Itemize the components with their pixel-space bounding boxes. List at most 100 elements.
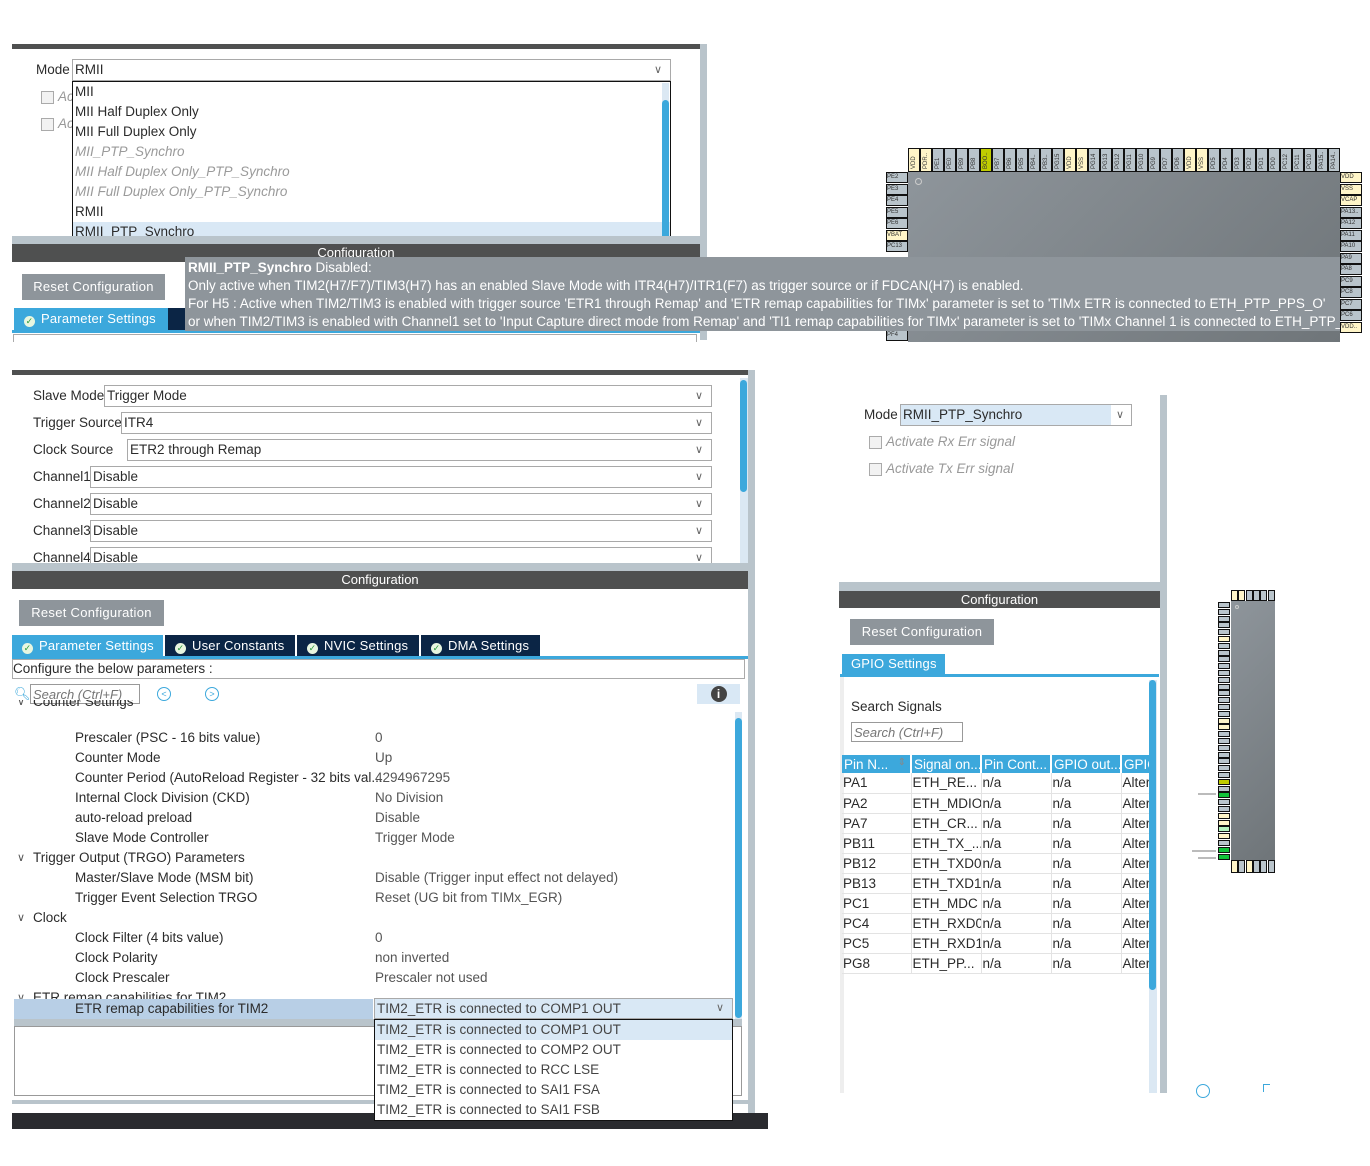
chip-pin[interactable] xyxy=(1252,590,1260,601)
chip-pin[interactable]: PD4 xyxy=(1220,148,1232,172)
chip-pin[interactable]: PE5 xyxy=(886,206,908,218)
dropdown-option[interactable]: MII_PTP_Synchro xyxy=(73,142,670,162)
mode-select[interactable]: RMII ∨ xyxy=(72,59,671,81)
chip-pin[interactable]: VDD.. xyxy=(1340,321,1362,333)
chip-pin[interactable] xyxy=(1218,649,1230,656)
chip-pin[interactable] xyxy=(1218,799,1230,806)
chip-pin[interactable]: PA8 xyxy=(1340,264,1362,275)
tab-parameter-settings[interactable]: ✓ Parameter Settings xyxy=(12,635,163,656)
chip-pin[interactable]: PB6 xyxy=(1004,148,1016,172)
tree-group[interactable]: ∨ Counter Settings xyxy=(14,700,734,712)
chip-pin[interactable]: PE0 xyxy=(944,148,956,172)
chip-pin[interactable]: PD5 xyxy=(1208,148,1220,172)
chip-pin[interactable]: VSS xyxy=(1340,183,1362,195)
column-header[interactable]: Pin N... ⇕ xyxy=(842,755,912,773)
chip-pin[interactable]: PA11 xyxy=(1340,229,1362,241)
table-row[interactable]: PB13 ETH_TXD1 n/a n/a Alter xyxy=(842,873,1151,894)
chip-pin[interactable] xyxy=(1218,704,1230,710)
tree-row[interactable]: Trigger Event Selection TRGO Reset (UG bi… xyxy=(14,888,734,908)
tree-group[interactable]: ∨ Clock xyxy=(14,908,734,928)
column-header[interactable]: GPIO out... xyxy=(1051,755,1122,773)
chip-pin[interactable] xyxy=(1267,590,1275,601)
chip-pin[interactable] xyxy=(1218,833,1230,840)
chip-pin[interactable] xyxy=(1245,860,1253,873)
chip-pin[interactable]: PC8 xyxy=(1340,287,1362,298)
search-next-icon[interactable]: > xyxy=(205,687,219,701)
field-select[interactable]: Disable ∨ xyxy=(90,547,712,563)
chip-pin[interactable]: PG13 xyxy=(1100,148,1112,172)
chip-pin[interactable]: PC13 xyxy=(886,241,908,252)
chip-pin[interactable]: PG12 xyxy=(1112,148,1124,172)
tree-row[interactable]: Internal Clock Division (CKD) No Division xyxy=(14,788,734,808)
mode-dropdown-list[interactable]: MII MII Half Duplex Only MII Full Duplex O… xyxy=(72,81,671,243)
chip-pin[interactable]: PDR.. xyxy=(920,148,932,172)
table-row[interactable]: PB11 ETH_TX_... n/a n/a Alter xyxy=(842,833,1151,854)
chip-pin[interactable] xyxy=(1218,738,1230,744)
column-header[interactable]: Pin Cont... xyxy=(981,755,1052,773)
etr-remap-select[interactable]: TIM2_ETR is connected to COMP1 OUT ∨ xyxy=(374,998,733,1019)
table-row[interactable]: PC5 ETH_RXD1 n/a n/a Alter xyxy=(842,933,1151,954)
chip-pin[interactable]: PC11 xyxy=(1292,148,1304,172)
chip-pin[interactable] xyxy=(1238,860,1246,873)
chip-pin[interactable] xyxy=(1218,717,1230,724)
chip-pin[interactable]: PC6 xyxy=(1340,310,1362,321)
chip-pin[interactable]: PD2 xyxy=(1244,148,1256,172)
chip-pin[interactable] xyxy=(1218,608,1230,615)
tab-dma-settings[interactable]: ✓ DMA Settings xyxy=(421,635,540,656)
chip-pin[interactable]: PB9 xyxy=(956,148,968,172)
checkbox-tx-err[interactable] xyxy=(869,463,882,476)
chip-pin[interactable] xyxy=(1218,744,1230,751)
tab-gpio-settings[interactable]: GPIO Settings xyxy=(842,654,945,674)
chevron-down-icon[interactable]: ∨ xyxy=(17,700,25,708)
chip-pin[interactable]: PB3.. xyxy=(1040,148,1052,172)
chip-pin[interactable]: PG11 xyxy=(1124,148,1136,172)
chip-pin[interactable]: VDD xyxy=(908,148,920,172)
chip-pin[interactable]: PE6 xyxy=(886,218,908,229)
chip-pin[interactable]: PG14 xyxy=(1088,148,1100,172)
sort-icon[interactable]: ⇕ xyxy=(898,757,906,768)
chip-pin[interactable]: PB7 xyxy=(992,148,1004,172)
mcu-chip-small[interactable] xyxy=(1231,601,1275,860)
chip-pin[interactable]: PG15 xyxy=(1052,148,1064,172)
reset-configuration-button[interactable]: Reset Configuration xyxy=(22,274,165,300)
reset-configuration-button[interactable]: Reset Configuration xyxy=(19,600,164,626)
chip-pin[interactable]: PA15.. xyxy=(1316,148,1328,172)
dropdown-option[interactable]: MII Full Duplex Only_PTP_Synchro xyxy=(73,182,670,202)
chip-pin[interactable]: PC10 xyxy=(1304,148,1316,172)
chip-pin[interactable]: PD0 xyxy=(1268,148,1280,172)
chip-pin[interactable]: PA13.. xyxy=(1340,206,1362,218)
dropdown-option[interactable]: TIM2_ETR is connected to SAI1 FSB xyxy=(375,1100,732,1120)
table-row[interactable]: PA1 ETH_RE... n/a n/a Alter xyxy=(842,773,1151,794)
chip-pin[interactable]: PD6 xyxy=(1172,148,1184,172)
chip-pin[interactable] xyxy=(1260,860,1268,873)
chip-pin[interactable]: PA10 xyxy=(1340,241,1362,252)
chip-pin[interactable] xyxy=(1238,590,1246,601)
dropdown-option[interactable]: RMII xyxy=(73,202,670,222)
chip-pin[interactable]: PA14.. xyxy=(1328,148,1340,172)
chip-pin[interactable] xyxy=(1218,642,1230,649)
chip-pin[interactable] xyxy=(1218,812,1230,819)
checkbox-rx-err[interactable] xyxy=(869,436,882,449)
chip-pin[interactable] xyxy=(1218,765,1230,772)
table-row[interactable]: PG8 ETH_PP... n/a n/a Alter xyxy=(842,953,1151,974)
chip-pin[interactable] xyxy=(1252,860,1260,873)
chip-pin[interactable]: PG10 xyxy=(1136,148,1148,172)
chip-pin[interactable]: PC9 xyxy=(1340,275,1362,287)
chip-pin[interactable] xyxy=(1218,826,1230,833)
tree-row[interactable]: Clock Prescaler Prescaler not used xyxy=(14,968,734,988)
chip-pin[interactable]: VCAP xyxy=(1340,195,1362,206)
chip-pin[interactable] xyxy=(1218,663,1230,670)
chip-pin[interactable] xyxy=(1218,676,1230,683)
chip-pin[interactable] xyxy=(1267,860,1275,873)
tree-row[interactable]: Counter Mode Up xyxy=(14,748,734,768)
chip-pin[interactable]: PD3 xyxy=(1232,148,1244,172)
chip-pin[interactable] xyxy=(1218,710,1230,717)
chip-pin[interactable]: VDD xyxy=(1064,148,1076,172)
chip-pin[interactable] xyxy=(1218,758,1230,765)
chip-pin[interactable] xyxy=(1218,615,1230,622)
chip-pin[interactable] xyxy=(1218,602,1230,608)
mode-scrollbar[interactable] xyxy=(740,380,747,492)
splitter[interactable] xyxy=(12,563,748,571)
etr-remap-dropdown-list[interactable]: TIM2_ETR is connected to COMP1 OUT TIM2_E… xyxy=(374,1019,733,1121)
tree-row[interactable]: Counter Period (AutoReload Register - 32… xyxy=(14,768,734,788)
